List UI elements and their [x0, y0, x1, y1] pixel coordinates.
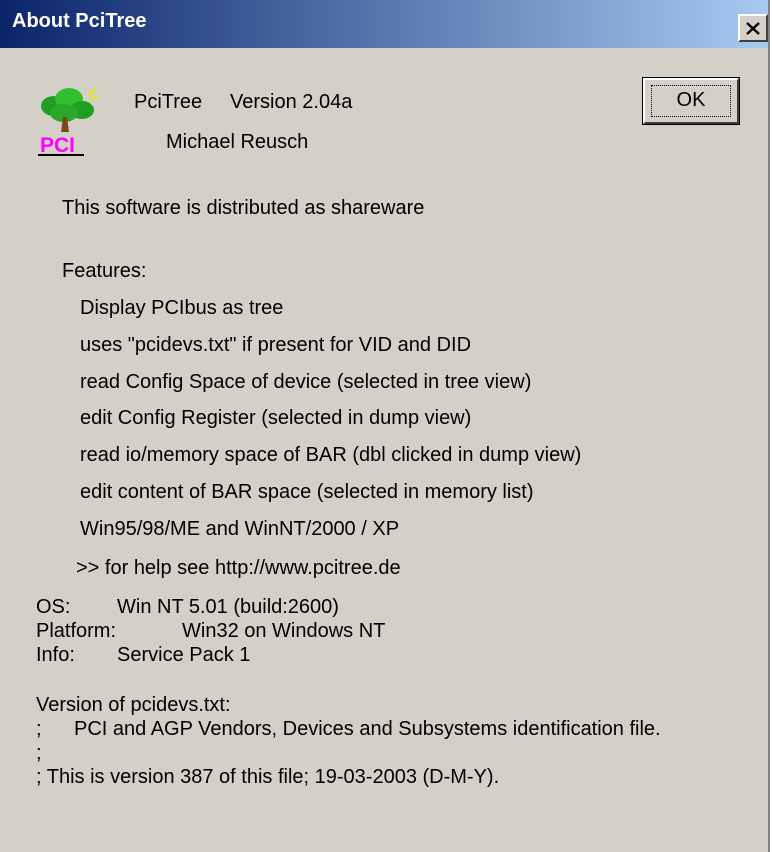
title-bar: About PciTree — [0, 0, 768, 48]
app-version: Version 2.04a — [230, 91, 353, 113]
close-button[interactable] — [738, 14, 768, 42]
help-link[interactable]: >> for help see http://www.pcitree.de — [76, 556, 401, 580]
os-value: Win NT 5.01 (build:2600) — [117, 596, 339, 618]
feature-item: uses "pcidevs.txt" if present for VID an… — [80, 334, 472, 356]
feature-item: read Config Space of device (selected in… — [80, 371, 532, 393]
feature-item: Display PCIbus as tree — [80, 297, 284, 319]
os-label: OS: — [36, 596, 71, 618]
pcidevs-line1: PCI and AGP Vendors, Devices and Subsyst… — [74, 718, 661, 740]
ok-button[interactable]: OK — [642, 77, 740, 125]
pcidevs-line1-prefix: ; — [36, 718, 42, 740]
feature-item: edit content of BAR space (selected in m… — [80, 481, 534, 503]
pcidevs-line3: ; This is version 387 of this file; 19-0… — [36, 766, 500, 788]
close-icon — [746, 21, 760, 35]
platform-value: Win32 on Windows NT — [182, 620, 386, 642]
pcitree-logo-icon: PCI — [38, 87, 99, 157]
feature-item: read io/memory space of BAR (dbl clicked… — [80, 444, 582, 466]
feature-item: edit Config Register (selected in dump v… — [80, 407, 472, 429]
pcidevs-heading: Version of pcidevs.txt: — [36, 694, 231, 716]
ok-button-label: OK — [676, 89, 706, 111]
features-heading: Features: — [62, 260, 147, 282]
info-value: Service Pack 1 — [117, 644, 251, 666]
logo-text: PCI — [40, 134, 75, 157]
window-title: About PciTree — [12, 10, 147, 32]
tree-icon — [41, 87, 99, 132]
platform-label: Platform: — [36, 620, 117, 642]
info-label: Info: — [36, 644, 75, 666]
shareware-notice: This software is distributed as sharewar… — [62, 197, 425, 219]
author-name: Michael Reusch — [166, 131, 309, 153]
feature-item: Win95/98/ME and WinNT/2000 / XP — [80, 518, 400, 540]
app-name: PciTree — [134, 91, 203, 113]
pcidevs-line2: ; — [36, 742, 42, 764]
about-dialog: About PciTree PCI PciTree Version 2.04a … — [0, 0, 770, 852]
